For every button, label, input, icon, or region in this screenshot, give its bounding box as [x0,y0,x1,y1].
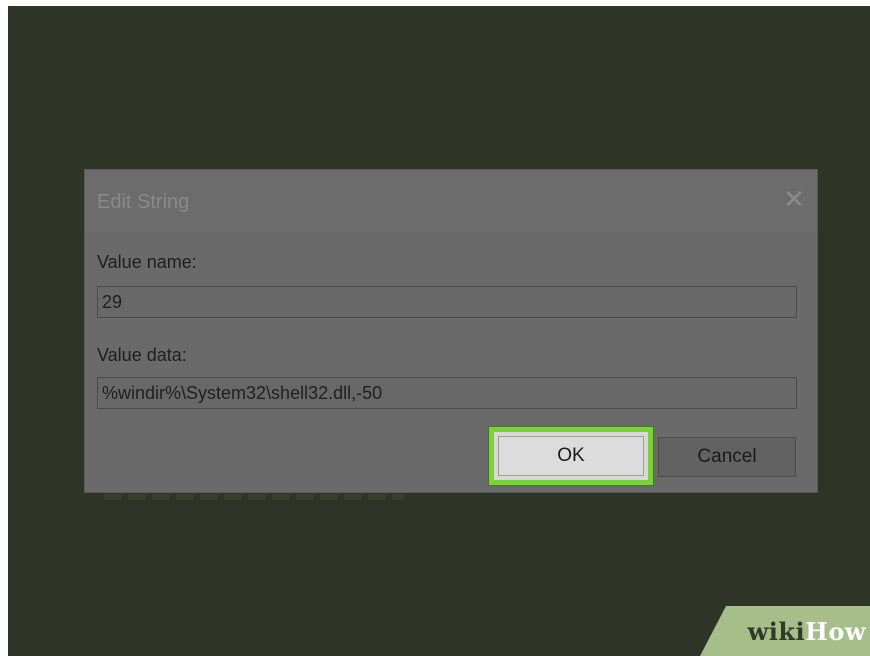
wikihow-logo: wikiHow [748,617,866,646]
close-icon[interactable]: ✕ [779,184,809,214]
wikihow-logo-wiki: wiki [747,617,806,646]
dimmed-desktop-backdrop: Edit String ✕ Value name: 29 Value data:… [8,6,870,656]
dialog-title: Edit String [97,191,190,213]
wikihow-logo-how: How [805,617,866,646]
value-name-field[interactable]: 29 [97,286,797,318]
value-data-field[interactable]: %windir%\System32\shell32.dll,-50 [97,377,797,409]
value-data-label: Value data: [97,345,187,365]
dialog-titlebar: Edit String ✕ [85,170,817,232]
wikihow-watermark: wikiHow [700,606,870,656]
ok-button[interactable]: OK [498,436,644,476]
cancel-button[interactable]: Cancel [658,437,796,477]
edit-string-dialog: Edit String ✕ Value name: 29 Value data:… [85,170,817,492]
ok-button-highlight[interactable]: OK [489,427,653,485]
value-name-label: Value name: [97,252,197,272]
background-text-bleed [104,494,404,500]
